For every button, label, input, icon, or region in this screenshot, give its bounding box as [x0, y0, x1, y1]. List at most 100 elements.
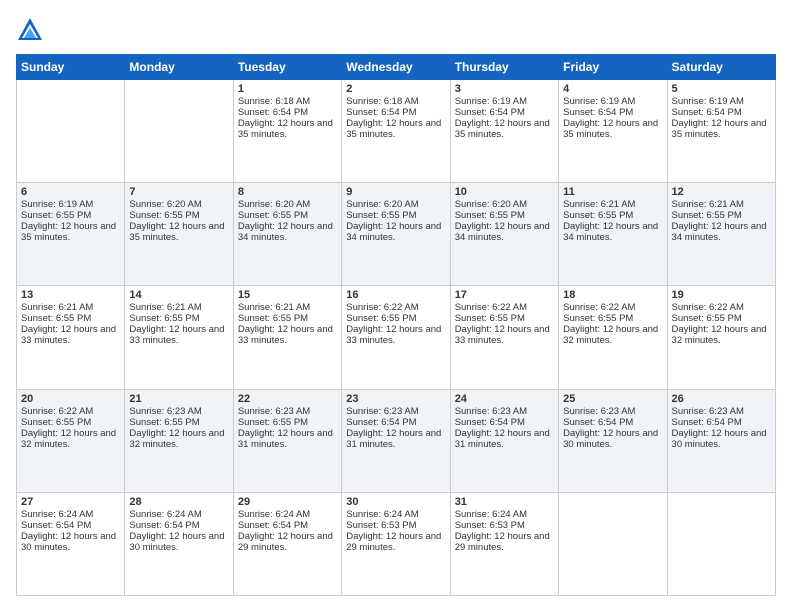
- calendar-header-saturday: Saturday: [667, 55, 775, 80]
- daylight-text: Daylight: 12 hours and 30 minutes.: [129, 531, 228, 553]
- calendar-cell: 5Sunrise: 6:19 AMSunset: 6:54 PMDaylight…: [667, 80, 775, 183]
- calendar-cell: 8Sunrise: 6:20 AMSunset: 6:55 PMDaylight…: [233, 183, 341, 286]
- sunset-text: Sunset: 6:54 PM: [455, 107, 554, 118]
- sunrise-text: Sunrise: 6:23 AM: [672, 406, 771, 417]
- calendar-cell: 16Sunrise: 6:22 AMSunset: 6:55 PMDayligh…: [342, 286, 450, 389]
- day-number: 26: [672, 393, 771, 405]
- sunset-text: Sunset: 6:54 PM: [455, 417, 554, 428]
- calendar-cell: 22Sunrise: 6:23 AMSunset: 6:55 PMDayligh…: [233, 389, 341, 492]
- sunrise-text: Sunrise: 6:18 AM: [346, 96, 445, 107]
- calendar-cell: [125, 80, 233, 183]
- calendar-header-tuesday: Tuesday: [233, 55, 341, 80]
- daylight-text: Daylight: 12 hours and 32 minutes.: [21, 428, 120, 450]
- sunset-text: Sunset: 6:54 PM: [563, 417, 662, 428]
- daylight-text: Daylight: 12 hours and 33 minutes.: [455, 324, 554, 346]
- calendar-cell: 31Sunrise: 6:24 AMSunset: 6:53 PMDayligh…: [450, 492, 558, 595]
- calendar-cell: 1Sunrise: 6:18 AMSunset: 6:54 PMDaylight…: [233, 80, 341, 183]
- daylight-text: Daylight: 12 hours and 29 minutes.: [346, 531, 445, 553]
- sunset-text: Sunset: 6:55 PM: [21, 210, 120, 221]
- daylight-text: Daylight: 12 hours and 31 minutes.: [455, 428, 554, 450]
- sunset-text: Sunset: 6:55 PM: [238, 417, 337, 428]
- daylight-text: Daylight: 12 hours and 30 minutes.: [21, 531, 120, 553]
- sunset-text: Sunset: 6:55 PM: [129, 417, 228, 428]
- daylight-text: Daylight: 12 hours and 33 minutes.: [21, 324, 120, 346]
- day-number: 20: [21, 393, 120, 405]
- daylight-text: Daylight: 12 hours and 30 minutes.: [563, 428, 662, 450]
- calendar-cell: 21Sunrise: 6:23 AMSunset: 6:55 PMDayligh…: [125, 389, 233, 492]
- daylight-text: Daylight: 12 hours and 35 minutes.: [455, 118, 554, 140]
- sunset-text: Sunset: 6:54 PM: [672, 107, 771, 118]
- daylight-text: Daylight: 12 hours and 35 minutes.: [563, 118, 662, 140]
- calendar-cell: 13Sunrise: 6:21 AMSunset: 6:55 PMDayligh…: [17, 286, 125, 389]
- day-number: 12: [672, 186, 771, 198]
- daylight-text: Daylight: 12 hours and 34 minutes.: [563, 221, 662, 243]
- calendar-header-thursday: Thursday: [450, 55, 558, 80]
- daylight-text: Daylight: 12 hours and 31 minutes.: [238, 428, 337, 450]
- sunset-text: Sunset: 6:54 PM: [129, 520, 228, 531]
- sunrise-text: Sunrise: 6:23 AM: [455, 406, 554, 417]
- sunrise-text: Sunrise: 6:21 AM: [563, 199, 662, 210]
- calendar-cell: 19Sunrise: 6:22 AMSunset: 6:55 PMDayligh…: [667, 286, 775, 389]
- day-number: 22: [238, 393, 337, 405]
- calendar-cell: 30Sunrise: 6:24 AMSunset: 6:53 PMDayligh…: [342, 492, 450, 595]
- calendar-cell: 15Sunrise: 6:21 AMSunset: 6:55 PMDayligh…: [233, 286, 341, 389]
- calendar-cell: 9Sunrise: 6:20 AMSunset: 6:55 PMDaylight…: [342, 183, 450, 286]
- sunrise-text: Sunrise: 6:22 AM: [346, 302, 445, 313]
- sunrise-text: Sunrise: 6:22 AM: [672, 302, 771, 313]
- logo-icon: [16, 16, 44, 44]
- page: SundayMondayTuesdayWednesdayThursdayFrid…: [0, 0, 792, 612]
- calendar-cell: 20Sunrise: 6:22 AMSunset: 6:55 PMDayligh…: [17, 389, 125, 492]
- sunrise-text: Sunrise: 6:22 AM: [563, 302, 662, 313]
- day-number: 16: [346, 289, 445, 301]
- calendar-cell: 24Sunrise: 6:23 AMSunset: 6:54 PMDayligh…: [450, 389, 558, 492]
- sunset-text: Sunset: 6:54 PM: [346, 107, 445, 118]
- day-number: 15: [238, 289, 337, 301]
- day-number: 9: [346, 186, 445, 198]
- sunset-text: Sunset: 6:55 PM: [21, 313, 120, 324]
- day-number: 8: [238, 186, 337, 198]
- sunrise-text: Sunrise: 6:19 AM: [21, 199, 120, 210]
- calendar-header-sunday: Sunday: [17, 55, 125, 80]
- sunrise-text: Sunrise: 6:20 AM: [346, 199, 445, 210]
- daylight-text: Daylight: 12 hours and 35 minutes.: [21, 221, 120, 243]
- day-number: 5: [672, 83, 771, 95]
- daylight-text: Daylight: 12 hours and 34 minutes.: [346, 221, 445, 243]
- sunset-text: Sunset: 6:55 PM: [21, 417, 120, 428]
- calendar-cell: [667, 492, 775, 595]
- sunrise-text: Sunrise: 6:23 AM: [238, 406, 337, 417]
- sunset-text: Sunset: 6:55 PM: [563, 313, 662, 324]
- day-number: 23: [346, 393, 445, 405]
- sunset-text: Sunset: 6:54 PM: [672, 417, 771, 428]
- daylight-text: Daylight: 12 hours and 32 minutes.: [129, 428, 228, 450]
- day-number: 24: [455, 393, 554, 405]
- calendar-cell: 6Sunrise: 6:19 AMSunset: 6:55 PMDaylight…: [17, 183, 125, 286]
- calendar-week-2: 6Sunrise: 6:19 AMSunset: 6:55 PMDaylight…: [17, 183, 776, 286]
- calendar-table: SundayMondayTuesdayWednesdayThursdayFrid…: [16, 54, 776, 596]
- calendar-cell: 3Sunrise: 6:19 AMSunset: 6:54 PMDaylight…: [450, 80, 558, 183]
- day-number: 14: [129, 289, 228, 301]
- calendar-cell: 11Sunrise: 6:21 AMSunset: 6:55 PMDayligh…: [559, 183, 667, 286]
- day-number: 10: [455, 186, 554, 198]
- day-number: 27: [21, 496, 120, 508]
- sunset-text: Sunset: 6:55 PM: [346, 210, 445, 221]
- sunrise-text: Sunrise: 6:23 AM: [129, 406, 228, 417]
- calendar-header-row: SundayMondayTuesdayWednesdayThursdayFrid…: [17, 55, 776, 80]
- daylight-text: Daylight: 12 hours and 33 minutes.: [129, 324, 228, 346]
- daylight-text: Daylight: 12 hours and 29 minutes.: [238, 531, 337, 553]
- sunset-text: Sunset: 6:54 PM: [21, 520, 120, 531]
- calendar-cell: 27Sunrise: 6:24 AMSunset: 6:54 PMDayligh…: [17, 492, 125, 595]
- logo: [16, 16, 48, 44]
- daylight-text: Daylight: 12 hours and 35 minutes.: [346, 118, 445, 140]
- day-number: 6: [21, 186, 120, 198]
- calendar-cell: 12Sunrise: 6:21 AMSunset: 6:55 PMDayligh…: [667, 183, 775, 286]
- sunrise-text: Sunrise: 6:19 AM: [672, 96, 771, 107]
- sunrise-text: Sunrise: 6:18 AM: [238, 96, 337, 107]
- daylight-text: Daylight: 12 hours and 33 minutes.: [238, 324, 337, 346]
- sunrise-text: Sunrise: 6:21 AM: [129, 302, 228, 313]
- daylight-text: Daylight: 12 hours and 33 minutes.: [346, 324, 445, 346]
- calendar-cell: [17, 80, 125, 183]
- sunrise-text: Sunrise: 6:23 AM: [563, 406, 662, 417]
- sunrise-text: Sunrise: 6:21 AM: [21, 302, 120, 313]
- sunrise-text: Sunrise: 6:24 AM: [238, 509, 337, 520]
- day-number: 3: [455, 83, 554, 95]
